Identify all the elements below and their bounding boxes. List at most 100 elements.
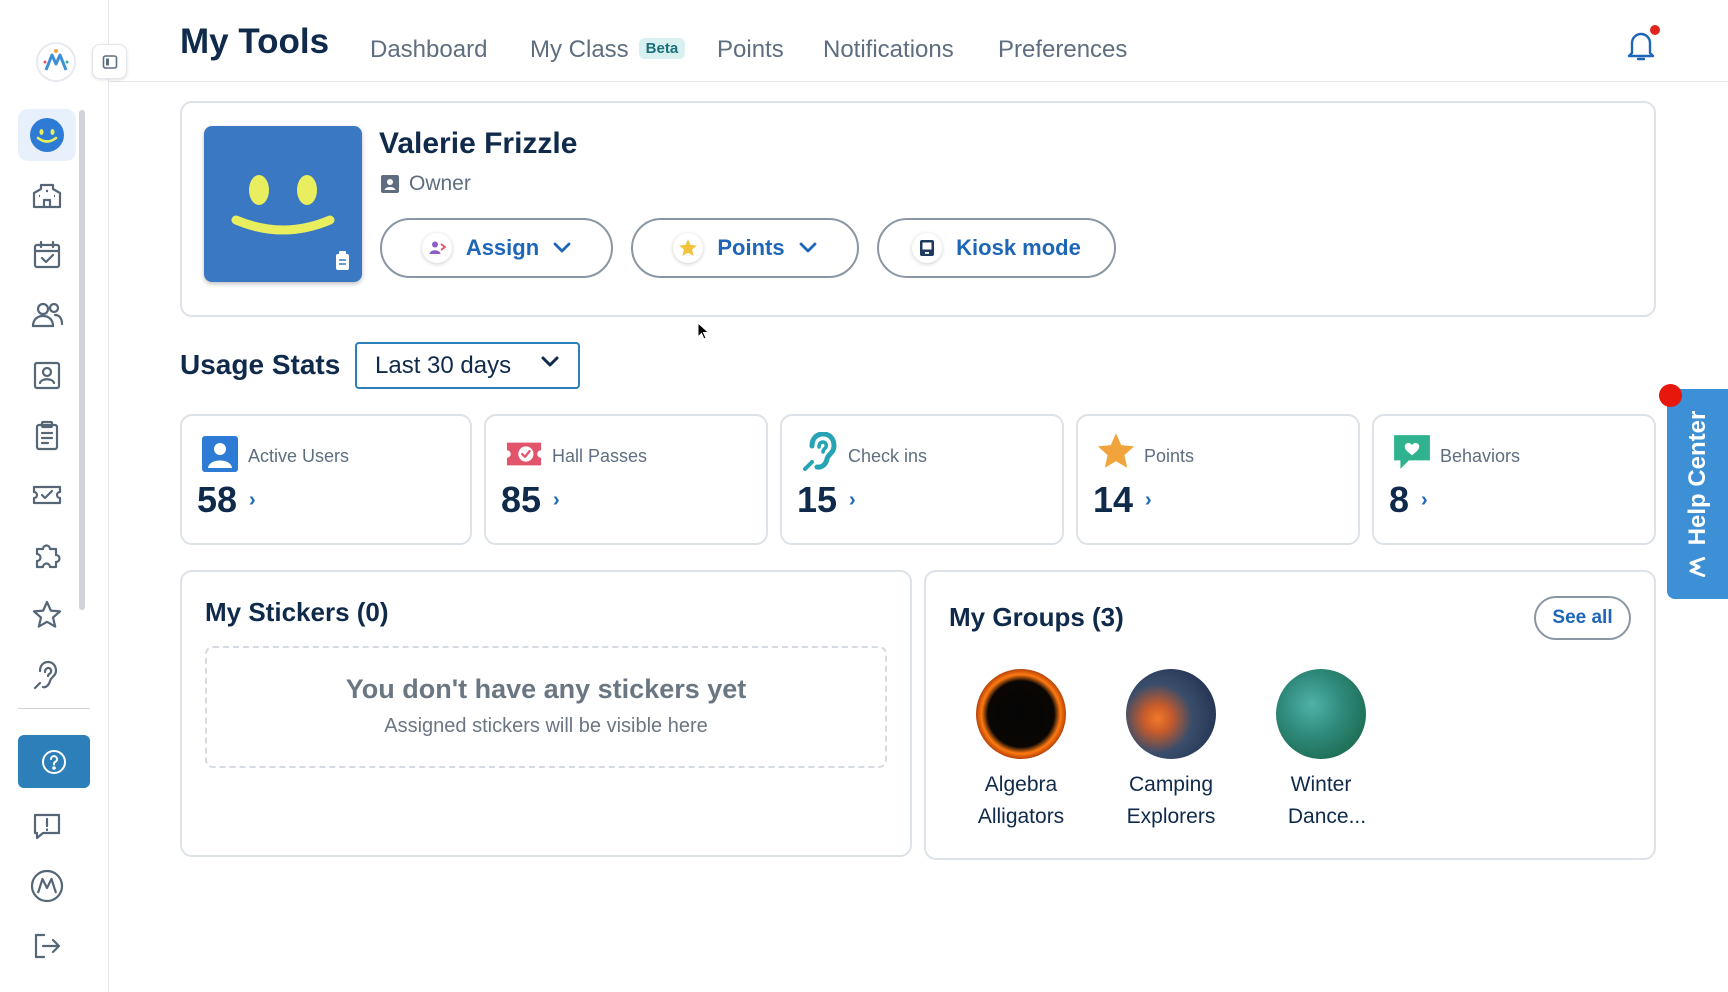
group-name-line: Winter — [1290, 773, 1352, 796]
empty-state-subtitle: Assigned stickers will be visible here — [384, 715, 708, 737]
kiosk-icon — [912, 233, 943, 263]
group-avatar-camping — [1126, 669, 1216, 759]
ear-icon — [33, 660, 58, 690]
ticket-icon — [32, 485, 62, 505]
date-range-select[interactable]: Last 30 days — [355, 342, 580, 389]
kiosk-mode-label: Kiosk mode — [956, 235, 1081, 260]
tab-my-class[interactable]: My Class Beta — [530, 36, 686, 64]
sidebar-item-points[interactable] — [18, 589, 76, 641]
id-card-icon — [33, 361, 61, 390]
sidebar-item-feedback[interactable] — [18, 800, 76, 852]
help-button[interactable] — [18, 735, 90, 788]
avatar-smiley-icon — [231, 175, 349, 270]
stat-number: 8 — [1389, 479, 1410, 520]
heart-chat-icon — [1394, 435, 1430, 469]
stickers-title: My Stickers (0) — [205, 597, 389, 627]
stat-number: 14 — [1093, 479, 1134, 520]
date-range-value: Last 30 days — [375, 351, 512, 379]
stat-number: 58 — [197, 479, 238, 520]
points-button[interactable]: Points — [631, 218, 859, 278]
stat-label: Points — [1144, 446, 1195, 466]
sidebar-item-hall-pass[interactable] — [18, 469, 76, 521]
group-name: Winter Dance... — [1246, 769, 1396, 833]
logo-icon — [43, 49, 69, 71]
stat-card-behaviors[interactable]: Behaviors 8 › — [1372, 414, 1656, 545]
sidebar-item-profile[interactable] — [18, 349, 76, 401]
sidebar-item-clipboard[interactable] — [18, 409, 76, 461]
help-center-alert-dot — [1659, 384, 1682, 407]
stat-number: 15 — [797, 479, 838, 520]
chevron-right-icon: › — [249, 488, 256, 511]
group-item[interactable]: Camping Explorers — [1096, 669, 1246, 833]
top-header: My Tools Dashboard My Class Beta Points N… — [110, 0, 1728, 82]
star-icon — [1097, 433, 1135, 468]
tab-points[interactable]: Points — [717, 36, 784, 64]
clipboard-icon — [35, 420, 59, 451]
stat-value: 85 › — [501, 479, 560, 521]
stat-card-active-users[interactable]: Active Users 58 › — [180, 414, 472, 545]
group-name-line: Explorers — [1126, 805, 1216, 828]
sidebar — [0, 0, 127, 992]
brand-m-icon — [30, 869, 64, 903]
brand-m-icon — [1689, 557, 1706, 577]
tab-my-class-label: My Class — [530, 36, 629, 63]
stat-card-points[interactable]: Points 14 › — [1076, 414, 1360, 545]
tab-preferences[interactable]: Preferences — [998, 36, 1127, 64]
stat-value: 8 › — [1389, 479, 1428, 521]
stat-number: 85 — [501, 479, 542, 520]
group-item[interactable]: Algebra Alligators — [946, 669, 1096, 833]
sidebar-item-school[interactable] — [18, 169, 76, 221]
chevron-down-icon — [553, 242, 571, 253]
group-item[interactable]: Winter Dance... — [1246, 669, 1396, 833]
stat-card-check-ins[interactable]: Check ins 15 › — [780, 414, 1064, 545]
sidebar-item-puzzle[interactable] — [18, 529, 76, 581]
chevron-right-icon: › — [553, 488, 560, 511]
stat-value: 15 › — [797, 479, 856, 521]
user-icon — [202, 436, 238, 472]
sidebar-item-my-tools[interactable] — [18, 109, 76, 161]
tab-dashboard[interactable]: Dashboard — [370, 36, 487, 64]
points-star-icon — [673, 233, 704, 263]
group-name-line: Algebra — [984, 773, 1058, 796]
points-label: Points — [717, 235, 785, 260]
chevron-right-icon: › — [849, 488, 856, 511]
help-center-tab[interactable]: Help Center — [1667, 389, 1728, 599]
kiosk-mode-button[interactable]: Kiosk mode — [877, 218, 1116, 278]
groups-title: My Groups (3) — [949, 602, 1124, 632]
user-name: Valerie Frizzle — [379, 127, 578, 160]
school-icon — [32, 183, 62, 209]
ticket-icon — [506, 442, 542, 466]
assign-icon — [421, 233, 452, 263]
stat-label: Active Users — [248, 446, 350, 466]
user-role-label: Owner — [409, 172, 471, 195]
usage-stats-title: Usage Stats — [180, 349, 341, 380]
stat-card-hall-passes[interactable]: Hall Passes 85 › — [484, 414, 768, 545]
sidebar-item-logout[interactable] — [18, 920, 76, 972]
stat-label: Check ins — [848, 446, 928, 466]
sidebar-item-people[interactable] — [18, 289, 76, 341]
question-icon — [42, 749, 66, 774]
star-icon — [32, 600, 62, 628]
user-role: Owner — [381, 172, 471, 196]
tab-notifications[interactable]: Notifications — [823, 36, 954, 64]
group-name: Camping Explorers — [1096, 769, 1246, 833]
sidebar-collapse-button[interactable] — [92, 44, 127, 79]
users-icon — [31, 302, 64, 328]
group-name: Algebra Alligators — [946, 769, 1096, 833]
see-all-button[interactable]: See all — [1534, 596, 1631, 640]
sidebar-item-check-ins[interactable] — [18, 649, 76, 701]
sidebar-divider — [18, 708, 90, 709]
group-name-line: Camping — [1128, 773, 1214, 796]
smiley-icon — [30, 118, 64, 152]
sidebar-scrollbar[interactable] — [79, 110, 85, 610]
sidebar-item-tasks[interactable] — [18, 229, 76, 281]
app-logo[interactable] — [36, 42, 76, 82]
sidebar-item-about[interactable] — [18, 860, 76, 912]
puzzle-icon — [35, 544, 61, 569]
chevron-down-icon — [541, 356, 559, 367]
user-avatar[interactable] — [204, 126, 362, 282]
assign-button[interactable]: Assign — [380, 218, 613, 278]
logout-icon — [34, 933, 61, 959]
group-name-line: Dance... — [1287, 805, 1367, 828]
notification-dot — [1650, 25, 1660, 35]
